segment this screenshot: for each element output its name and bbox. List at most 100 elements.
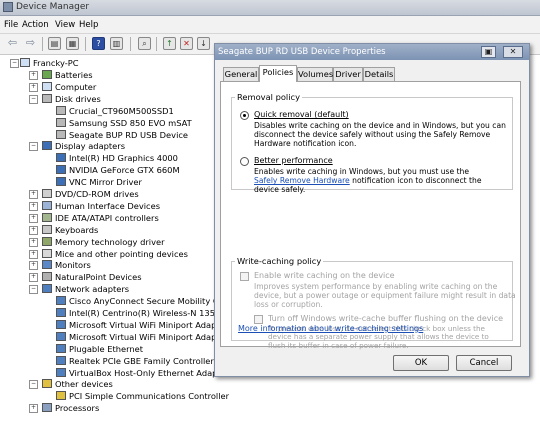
tree-node-label: Plugable Ethernet	[69, 343, 143, 354]
expand-icon[interactable]: +	[29, 201, 38, 211]
safely-remove-link[interactable]: Safely Remove Hardware	[254, 176, 350, 185]
tree-node-label: PCI Simple Communications Controller	[69, 391, 230, 402]
tree-node[interactable]: + Human Interface Devices	[29, 200, 161, 212]
tree-node[interactable]: + Computer	[29, 81, 96, 93]
menu-action[interactable]: Action	[22, 20, 49, 30]
tab-details[interactable]: Details	[363, 67, 395, 81]
tree-node-label: Microsoft Virtual WiFi Miniport Adapter …	[69, 331, 238, 342]
update-driver-icon[interactable]: ↑	[163, 37, 176, 50]
enable-write-caching-checkbox[interactable]	[240, 272, 249, 281]
cancel-button[interactable]: Cancel	[456, 355, 512, 371]
display-adapter-icon	[56, 177, 66, 187]
tree-node[interactable]: Microsoft Virtual WiFi Miniport Adapter	[56, 319, 228, 331]
tree-node-label: Seagate BUP RD USB Device	[69, 129, 189, 140]
tree-node[interactable]: Plugable Ethernet	[56, 343, 143, 355]
network-adapter-icon	[56, 343, 66, 353]
quick-removal-radio[interactable]	[240, 111, 249, 120]
tree-node-label: Human Interface Devices	[55, 200, 161, 211]
tree-node[interactable]: + DVD/CD-ROM drives	[29, 188, 139, 200]
expand-icon[interactable]: +	[29, 190, 38, 199]
better-performance-radio[interactable]	[240, 157, 249, 166]
show-hide-tree-icon[interactable]: ▤	[48, 37, 61, 50]
tree-node[interactable]: + Memory technology driver	[29, 236, 165, 248]
tree-node[interactable]: Crucial_CT960M500SSD1	[56, 105, 174, 117]
tree-node-label: Memory technology driver	[55, 236, 165, 247]
turn-off-flushing-label[interactable]: Turn off Windows write-cache buffer flus…	[268, 314, 503, 323]
unknown-device-icon	[56, 391, 66, 401]
scan-hardware-icon[interactable]: ⌕	[138, 37, 151, 50]
tree-node-label: IDE ATA/ATAPI controllers	[55, 212, 159, 223]
tree-node[interactable]: VirtualBox Host-Only Ethernet Adapter	[56, 367, 229, 379]
tree-node[interactable]: + Mice and other pointing devices	[29, 248, 188, 260]
menu-view[interactable]: View	[55, 20, 75, 30]
tree-node[interactable]: + IDE ATA/ATAPI controllers	[29, 212, 159, 224]
menu-file[interactable]: File	[4, 20, 18, 30]
tree-node[interactable]: − Display adapters	[29, 140, 125, 152]
memory-icon	[42, 236, 52, 246]
restore-icon[interactable]: ▣	[481, 46, 496, 58]
more-info-link[interactable]: More information about write-caching set…	[238, 324, 423, 333]
menu-bar: File Action View Help	[0, 16, 540, 34]
tree-node[interactable]: Samsung SSD 850 EVO mSAT	[56, 117, 192, 129]
close-icon[interactable]: ✕	[503, 46, 523, 58]
tree-node[interactable]: + Monitors	[29, 259, 91, 271]
tree-node-label: VirtualBox Host-Only Ethernet Adapter	[69, 367, 230, 378]
tab-volumes[interactable]: Volumes	[297, 67, 333, 81]
tree-node[interactable]: − Network adapters	[29, 283, 130, 295]
write-caching-heading: Write-caching policy	[235, 256, 324, 266]
tree-node[interactable]: + NaturalPoint Devices	[29, 271, 142, 283]
collapse-icon[interactable]: −	[10, 59, 19, 68]
tree-node[interactable]: + Processors	[29, 402, 99, 414]
expand-icon[interactable]: +	[29, 213, 38, 223]
tree-node[interactable]: + Keyboards	[29, 224, 99, 236]
tab-general[interactable]: General	[223, 67, 259, 81]
tree-node[interactable]: Seagate BUP RD USB Device	[56, 129, 188, 141]
collapse-icon[interactable]: −	[29, 94, 38, 104]
better-performance-label[interactable]: Better performance	[254, 156, 333, 165]
collapse-icon[interactable]: −	[29, 142, 38, 152]
tree-node[interactable]: VNC Mirror Driver	[56, 176, 142, 188]
tree-node[interactable]: − Other devices	[29, 378, 113, 390]
tab-driver[interactable]: Driver	[333, 67, 363, 81]
quick-removal-label[interactable]: Quick removal (default)	[254, 110, 349, 119]
collapse-icon[interactable]: −	[29, 380, 38, 390]
ide-controller-icon	[42, 212, 52, 222]
expand-icon[interactable]: +	[29, 404, 38, 414]
expand-icon[interactable]: +	[29, 237, 38, 247]
expand-icon[interactable]: +	[29, 273, 38, 283]
enable-write-caching-label[interactable]: Enable write caching on the device	[254, 271, 395, 280]
quick-removal-desc: Disables write caching on the device and…	[254, 121, 506, 149]
tree-root[interactable]: − Francky-PC	[10, 57, 79, 69]
expand-icon[interactable]: +	[29, 71, 38, 80]
back-arrow-icon[interactable]: ⇦	[6, 37, 19, 50]
tree-node[interactable]: Microsoft Virtual WiFi Miniport Adapter …	[56, 331, 238, 343]
tree-node-label: Keyboards	[55, 224, 99, 235]
disable-icon[interactable]: ↓	[197, 37, 210, 50]
toolbar-separator	[85, 37, 86, 51]
expand-icon[interactable]: +	[29, 249, 38, 259]
uninstall-icon[interactable]: ✕	[180, 37, 193, 50]
expand-icon[interactable]: +	[29, 261, 38, 271]
forward-arrow-icon[interactable]: ⇨	[24, 37, 37, 50]
tree-node[interactable]: Intel(R) Centrino(R) Wireless-N 135	[56, 307, 215, 319]
properties-icon[interactable]: ▦	[66, 37, 79, 50]
expand-icon[interactable]: +	[29, 82, 38, 92]
help-icon[interactable]: ?	[92, 37, 105, 50]
collapse-icon[interactable]: −	[29, 285, 38, 295]
tree-node-label: VNC Mirror Driver	[69, 177, 142, 188]
tree-node[interactable]: Intel(R) HD Graphics 4000	[56, 152, 178, 164]
tree-node[interactable]: Realtek PCIe GBE Family Controller	[56, 355, 214, 367]
tab-policies[interactable]: Policies	[259, 65, 297, 82]
expand-icon[interactable]: +	[29, 225, 38, 235]
tree-node-label: Monitors	[55, 260, 91, 271]
tree-node[interactable]: + Batteries	[29, 69, 93, 81]
tree-node[interactable]: NVIDIA GeForce GTX 660M	[56, 164, 180, 176]
tree-node[interactable]: PCI Simple Communications Controller	[56, 390, 229, 402]
tree-node[interactable]: − Disk drives	[29, 93, 101, 105]
menu-help[interactable]: Help	[79, 20, 98, 30]
tree-node[interactable]: Cisco AnyConnect Secure Mobility Client	[56, 295, 237, 307]
turn-off-flushing-checkbox[interactable]	[254, 315, 263, 324]
tree-node-label: Network adapters	[55, 284, 130, 295]
ok-button[interactable]: OK	[393, 355, 449, 371]
view-icon[interactable]: ▥	[110, 37, 123, 50]
